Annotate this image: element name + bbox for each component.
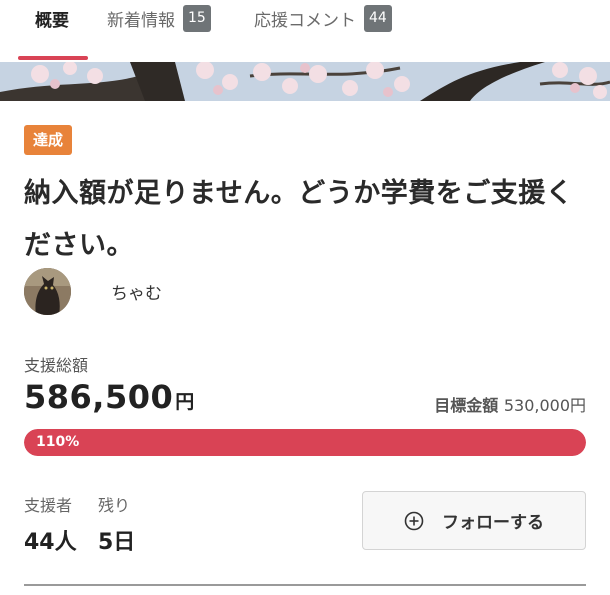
tab-overview-label: 概要 <box>35 10 69 31</box>
total-amount: 586,500 円 <box>24 378 194 416</box>
cherry-blossom-image <box>0 62 610 101</box>
remaining-days-value: 5日 <box>98 530 136 555</box>
tab-comments-count-badge: 44 <box>364 4 392 32</box>
follow-button-label: フォローする <box>442 513 544 533</box>
supporters-label: 支援者 <box>24 496 73 515</box>
target-amount-label: 目標金額 <box>434 396 499 415</box>
follow-button[interactable]: フォローする <box>362 491 586 550</box>
funding-progress-bar: 110% <box>24 429 586 456</box>
remaining-days-stat: 残り 5日 <box>98 492 135 556</box>
tab-bar: 概要 新着情報 15 応援コメント 44 <box>0 0 610 62</box>
tab-news-label: 新着情報 <box>107 10 175 31</box>
author-name[interactable]: ちゃむ <box>111 279 162 304</box>
tab-overview[interactable]: 概要 <box>35 0 69 62</box>
project-banner-image <box>0 62 610 101</box>
tab-comments[interactable]: 応援コメント 44 <box>254 0 392 62</box>
cat-photo-avatar-icon <box>24 267 71 315</box>
tab-comments-label: 応援コメント <box>254 10 356 31</box>
project-title: 納入額が足りません。どうか学費をご支援ください。 <box>24 178 574 261</box>
section-divider <box>24 584 586 586</box>
funding-progress-percent: 110% <box>36 434 80 450</box>
author-avatar[interactable] <box>24 267 71 315</box>
project-author[interactable]: ちゃむ <box>24 267 162 315</box>
target-amount-value: 530,000円 <box>503 396 586 415</box>
supporters-stat: 支援者 44人 <box>24 492 77 556</box>
remaining-days-label: 残り <box>98 496 131 515</box>
target-amount: 目標金額 530,000円 <box>434 392 586 416</box>
total-amount-label: 支援総額 <box>24 356 89 375</box>
tab-news-count-badge: 15 <box>183 4 211 32</box>
plus-circle-icon <box>404 511 424 530</box>
tab-news[interactable]: 新着情報 15 <box>107 0 211 62</box>
supporters-value: 44人 <box>24 530 77 555</box>
active-tab-indicator <box>18 56 88 60</box>
total-amount-value: 586,500 <box>24 378 174 416</box>
total-amount-unit: 円 <box>175 391 195 413</box>
funding-progress-fill <box>24 429 586 456</box>
achieved-status-badge: 達成 <box>24 125 73 155</box>
